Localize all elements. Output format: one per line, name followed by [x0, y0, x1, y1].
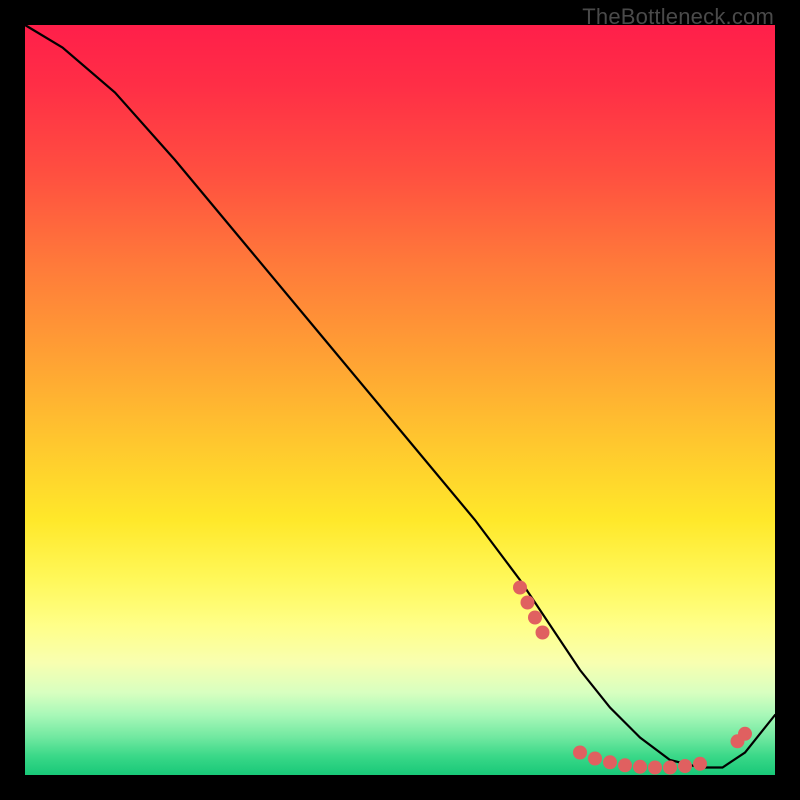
optimum-markers [513, 581, 752, 775]
marker-dot [588, 752, 602, 766]
chart-svg [25, 25, 775, 775]
marker-dot [738, 727, 752, 741]
marker-dot [663, 761, 677, 775]
bottleneck-curve [25, 25, 775, 768]
plot-area [25, 25, 775, 775]
marker-dot [528, 611, 542, 625]
marker-dot [513, 581, 527, 595]
chart-frame: TheBottleneck.com [0, 0, 800, 800]
marker-dot [693, 757, 707, 771]
watermark-text: TheBottleneck.com [582, 4, 774, 30]
marker-dot [633, 760, 647, 774]
marker-dot [648, 761, 662, 775]
marker-dot [678, 759, 692, 773]
marker-dot [521, 596, 535, 610]
marker-dot [573, 746, 587, 760]
marker-dot [603, 755, 617, 769]
marker-dot [618, 758, 632, 772]
marker-dot [536, 626, 550, 640]
